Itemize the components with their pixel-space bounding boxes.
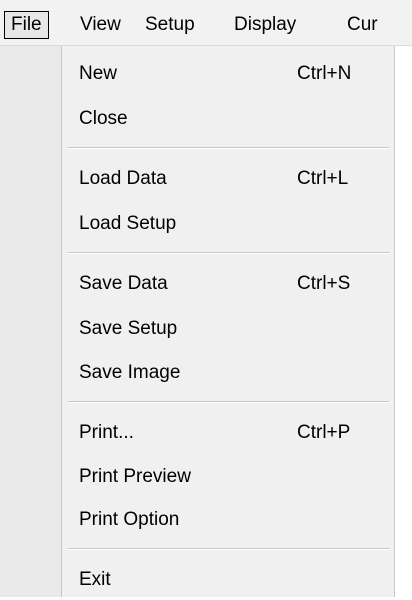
menu-item-label: Print Preview <box>79 466 191 487</box>
menu-separator <box>68 252 389 254</box>
menu-bar: File View Setup Display Cur <box>0 0 412 46</box>
menu-item-label: Load Data <box>79 168 167 189</box>
menu-item-label: Save Image <box>79 362 181 383</box>
menu-separator <box>68 401 389 403</box>
menu-item-label: Print Option <box>79 509 180 530</box>
menu-item-load-data[interactable]: Load Data Ctrl+L <box>62 159 395 199</box>
menu-item-new[interactable]: New Ctrl+N <box>62 54 395 94</box>
menu-item-save-data[interactable]: Save Data Ctrl+S <box>62 264 395 304</box>
menu-item-label: Exit <box>79 569 111 590</box>
menu-display[interactable]: Display <box>234 11 296 39</box>
menu-item-print[interactable]: Print... Ctrl+P <box>62 413 395 453</box>
menu-cur[interactable]: Cur <box>347 11 378 39</box>
menu-item-label: Save Setup <box>79 318 178 339</box>
menu-item-print-option[interactable]: Print Option <box>62 500 395 540</box>
menu-view[interactable]: View <box>80 11 121 39</box>
menu-item-label: Close <box>79 108 128 129</box>
menu-file[interactable]: File <box>4 11 49 39</box>
menu-separator <box>68 147 389 149</box>
menu-item-shortcut: Ctrl+S <box>297 273 351 294</box>
menu-item-load-setup[interactable]: Load Setup <box>62 204 395 244</box>
menu-item-shortcut: Ctrl+N <box>297 63 352 84</box>
menu-item-label: New <box>79 63 118 84</box>
menu-item-label: Save Data <box>79 273 168 294</box>
menu-item-shortcut: Ctrl+L <box>297 168 349 189</box>
menu-item-shortcut: Ctrl+P <box>297 422 351 443</box>
menu-item-label: Load Setup <box>79 213 177 234</box>
menu-item-label: Print... <box>79 422 134 443</box>
menu-item-save-image[interactable]: Save Image <box>62 353 395 393</box>
menu-separator <box>68 548 389 550</box>
menu-item-print-preview[interactable]: Print Preview <box>62 457 395 497</box>
menu-setup[interactable]: Setup <box>145 11 195 39</box>
menu-item-save-setup[interactable]: Save Setup <box>62 309 395 349</box>
menu-item-exit[interactable]: Exit <box>62 560 395 600</box>
file-dropdown-menu: New Ctrl+N Close Load Data Ctrl+L Load S… <box>0 46 395 597</box>
menu-icon-gutter <box>0 46 62 597</box>
menu-item-close[interactable]: Close <box>62 99 395 139</box>
